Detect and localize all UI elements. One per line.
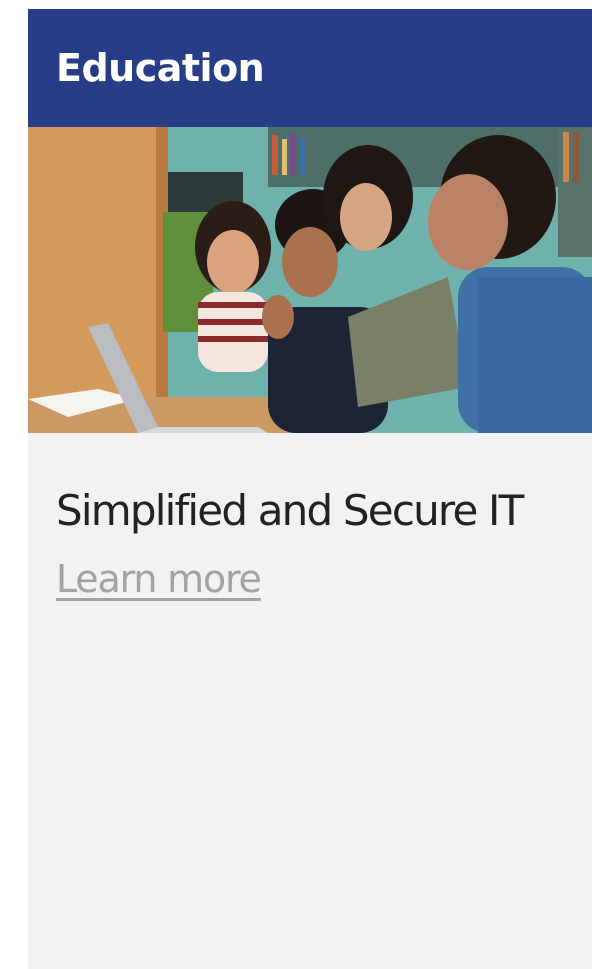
card-body: Simplified and Secure IT Learn more [28, 433, 592, 601]
card-photo [28, 127, 592, 433]
students-photo-illustration [28, 127, 592, 433]
education-card: Education Simplified and Secure IT Learn… [28, 9, 592, 969]
card-category-title: Education [56, 46, 265, 90]
card-header: Education [28, 9, 592, 127]
learn-more-link[interactable]: Learn more [56, 557, 262, 601]
card-headline: Simplified and Secure IT [56, 486, 524, 535]
